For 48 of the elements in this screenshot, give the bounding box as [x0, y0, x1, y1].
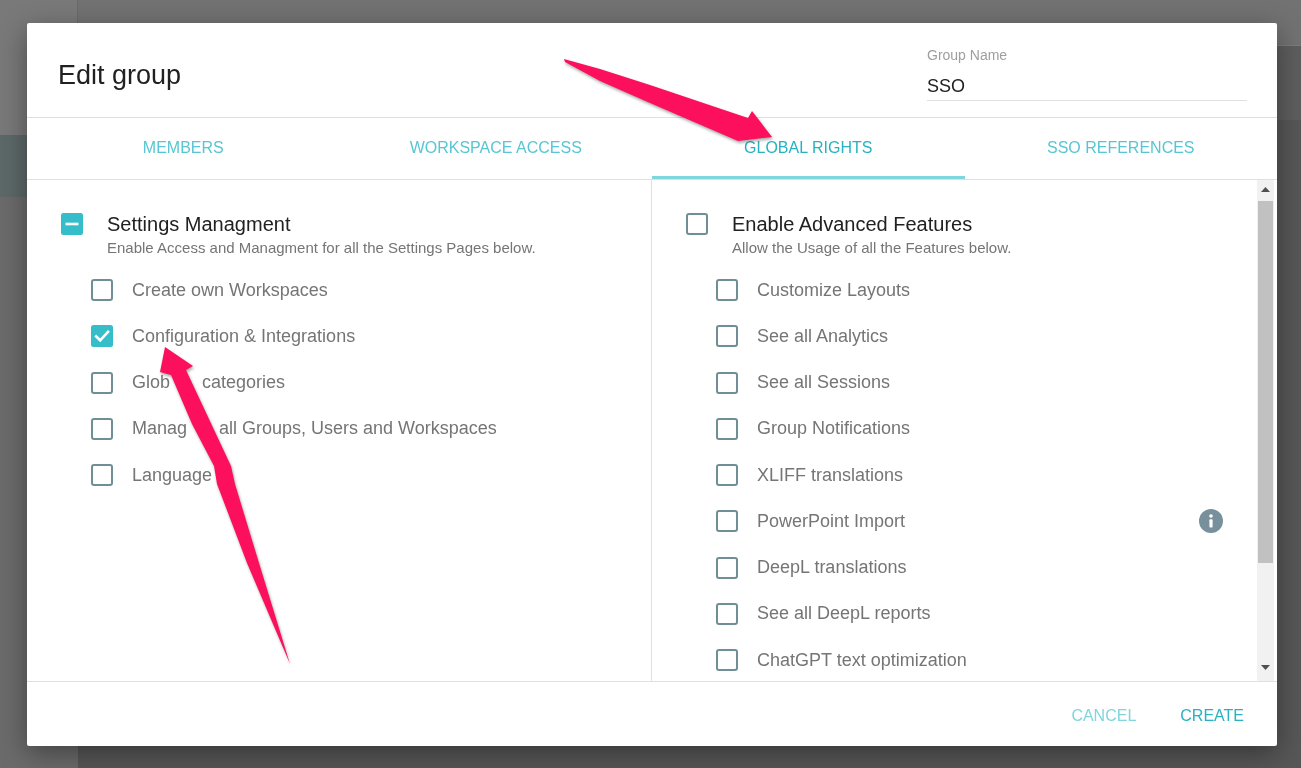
checkbox[interactable] — [91, 464, 113, 487]
checkbox[interactable] — [716, 371, 738, 394]
option-label: ChatGPT text optimization — [757, 649, 967, 671]
scrollbar-thumb[interactable] — [1258, 201, 1273, 563]
option-label: all Groups, Users and Workspaces — [219, 418, 497, 440]
option-label: categories — [202, 372, 286, 394]
checkbox[interactable] — [716, 649, 738, 672]
section-description: Allow the Usage of all the Features below. — [732, 238, 1012, 258]
checkbox[interactable] — [91, 325, 113, 348]
primary-button[interactable]: CREATE — [1172, 699, 1252, 733]
option-label: DeepL translations — [757, 557, 907, 579]
secondary-button[interactable]: CANCEL — [1063, 699, 1145, 733]
checkbox[interactable] — [91, 279, 113, 302]
section-title: Enable Advanced Features — [732, 213, 973, 235]
checkbox[interactable] — [716, 279, 738, 302]
tab[interactable]: SSO REFERENCES — [964, 118, 1277, 179]
option-label: Language — [132, 464, 213, 486]
checkbox[interactable] — [716, 464, 738, 487]
field-label: Group Name — [927, 46, 1008, 65]
option-label: Customize Layouts — [757, 279, 911, 301]
checkbox[interactable] — [716, 556, 738, 579]
tab[interactable]: WORKSPACE ACCESS — [339, 118, 652, 179]
option-label: Glob — [132, 372, 171, 394]
dialog-title: Edit group — [58, 60, 182, 90]
checkbox[interactable] — [686, 213, 708, 235]
tab[interactable]: MEMBERS — [27, 118, 340, 179]
checkbox[interactable] — [716, 510, 738, 533]
option-label: See all Sessions — [757, 372, 891, 394]
option-label: XLIFF translations — [757, 464, 904, 486]
option-label: See all DeepL reports — [757, 603, 931, 625]
section-description: Enable Access and Managment for all the Settings Pages below. — [107, 238, 536, 258]
option-label: Create own Workspaces — [132, 279, 328, 301]
checkbox[interactable] — [91, 417, 113, 440]
up-triangle-icon[interactable] — [1261, 187, 1270, 192]
option-label: Group Notifications — [757, 418, 911, 440]
option-label: Manag — [132, 418, 188, 440]
checkbox[interactable] — [716, 602, 738, 625]
down-triangle-icon[interactable] — [1261, 665, 1270, 670]
option-label: See all Analytics — [757, 325, 889, 347]
group-name-input[interactable]: SSO — [927, 65, 1247, 101]
checkbox[interactable] — [716, 325, 738, 348]
section-title: Settings Managment — [107, 213, 291, 235]
option-label: PowerPoint Import — [757, 510, 906, 532]
checkbox[interactable] — [716, 417, 738, 440]
checkbox[interactable] — [91, 371, 113, 394]
option-label: Configuration & Integrations — [132, 325, 356, 347]
checkbox[interactable] — [61, 213, 83, 235]
info-icon[interactable] — [1199, 509, 1223, 534]
